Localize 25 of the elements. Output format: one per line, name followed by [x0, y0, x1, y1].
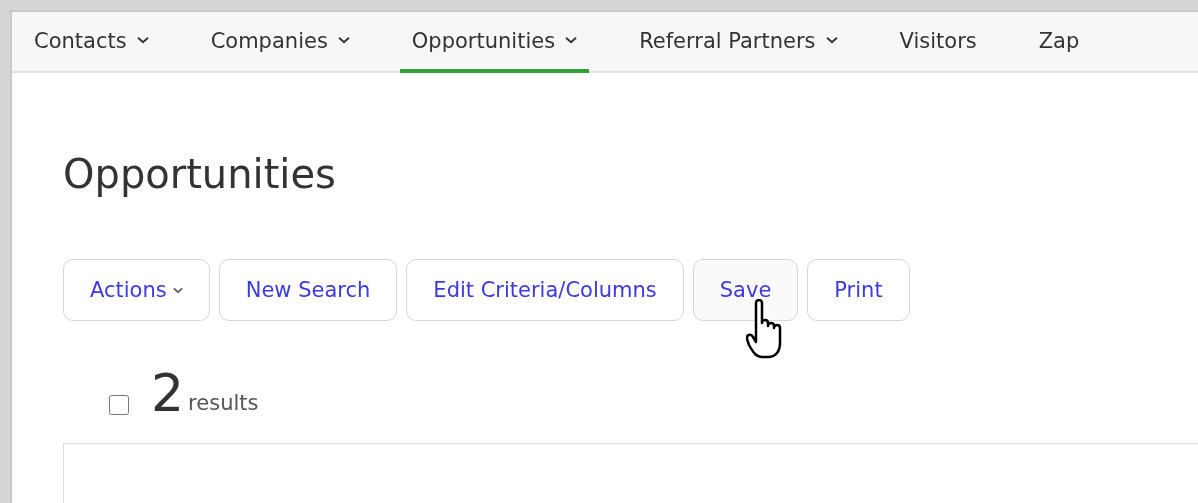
nav-tab[interactable]: Companies [198, 12, 362, 73]
toolbar-button[interactable]: Print [807, 259, 910, 321]
nav-tab[interactable]: Contacts [22, 12, 161, 73]
toolbar-button[interactable]: Actions [63, 259, 210, 321]
nav-tab[interactable]: Referral Partners [627, 12, 850, 73]
nav-tab[interactable]: Visitors [887, 12, 989, 73]
chevron-down-icon [565, 36, 578, 45]
toolbar-button[interactable]: Edit Criteria/Columns [406, 259, 684, 321]
results-count: 2 [151, 367, 185, 419]
select-all-checkbox[interactable] [109, 395, 129, 415]
results-label: results [188, 391, 259, 415]
nav-tab-label: Zap [1038, 28, 1080, 53]
chevron-down-icon [136, 36, 149, 45]
nav-tab[interactable]: Opportunities [399, 12, 590, 73]
chevron-down-icon [825, 36, 838, 45]
toolbar-button[interactable]: Save [692, 259, 799, 321]
chevron-down-icon [337, 36, 350, 45]
nav-tab-label: Visitors [899, 28, 977, 53]
nav-tab-label: Companies [210, 28, 328, 53]
toolbar-button[interactable]: New Search [218, 259, 398, 321]
nav-tab[interactable]: Zap [1026, 12, 1092, 73]
nav-tab-label: Contacts [34, 28, 127, 53]
nav-tab-label: Referral Partners [639, 28, 816, 53]
page-title: Opportunities [63, 151, 337, 197]
nav-tab-label: Opportunities [411, 28, 556, 53]
